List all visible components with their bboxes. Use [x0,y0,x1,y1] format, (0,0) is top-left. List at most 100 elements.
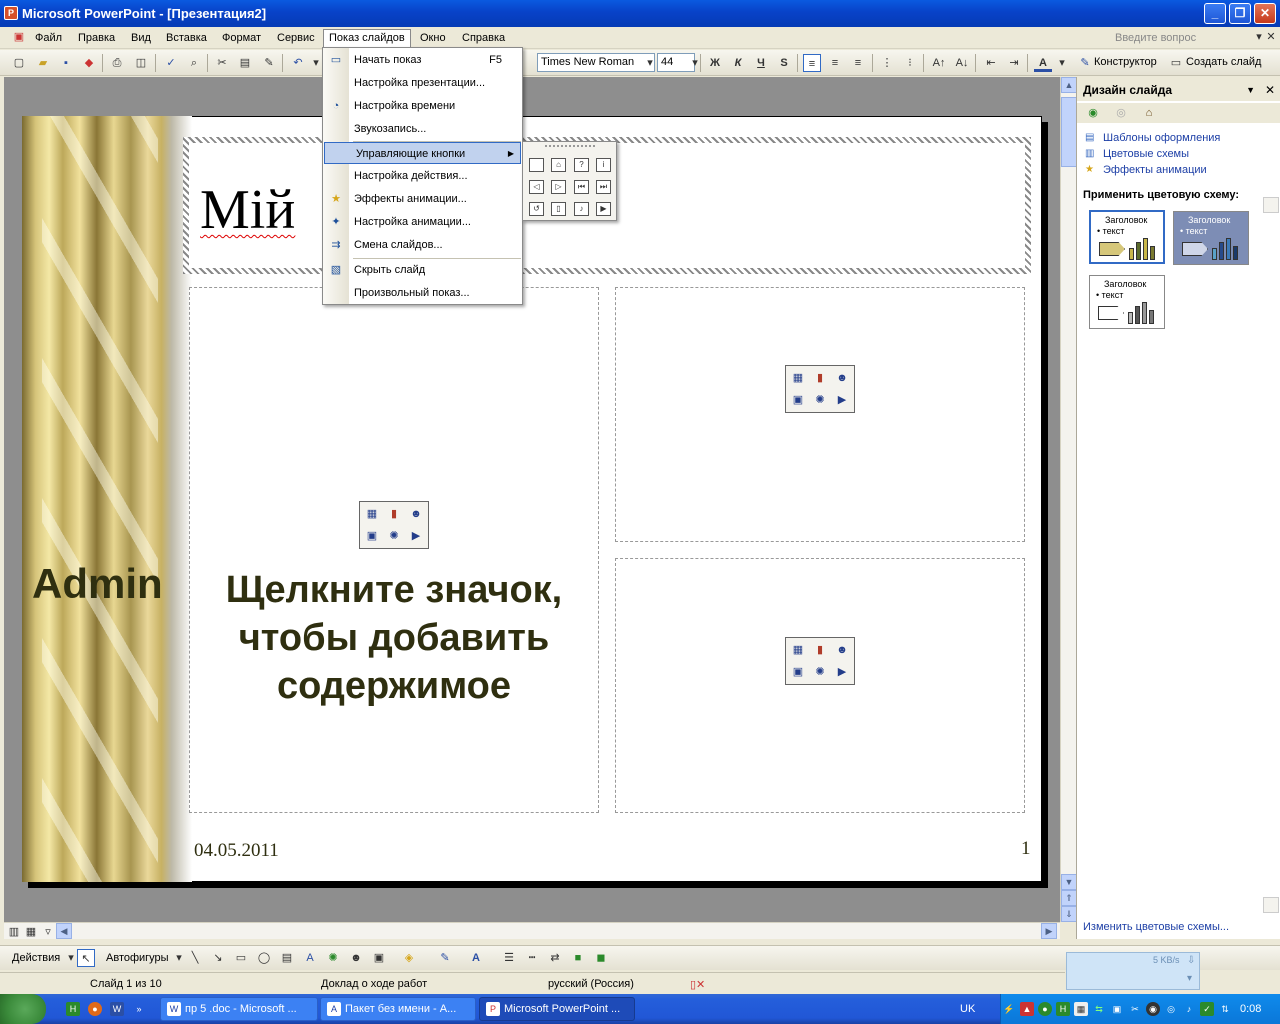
undo-icon[interactable]: ↶ [289,54,307,72]
language-indicator[interactable]: UK [960,1003,975,1015]
rectangle-icon[interactable]: ▭ [232,949,250,967]
menuitem-custom-animation[interactable]: ✦ Настройка анимации... [323,211,522,233]
action-information-icon[interactable]: i [596,158,611,172]
menuitem-setup-show[interactable]: Настройка презентации... [323,72,522,94]
slide-date[interactable]: 04.05.2011 [194,840,279,862]
quicklaunch-app-icon[interactable]: H [66,1002,80,1016]
tray-media-icon[interactable]: ◉ [1146,1002,1160,1016]
insert-table-icon[interactable]: ▦ [790,370,806,386]
menuitem-action-buttons[interactable]: Управляющие кнопки ▶ [324,142,521,164]
task-pane-menu-icon[interactable]: ▼ [1246,77,1255,103]
increase-indent-icon[interactable]: ⇥ [1005,54,1023,72]
color-scheme-1[interactable]: Заголовок • текст [1089,210,1165,264]
task-pane-close-icon[interactable]: ✕ [1265,77,1275,103]
link-animation-schemes[interactable]: Эффекты анимации [1103,164,1207,176]
new-slide-button[interactable]: Создать слайд [1186,56,1261,68]
slideshow-view-icon[interactable]: ▿ [40,923,56,939]
format-painter-icon[interactable]: ✎ [260,54,278,72]
bold-button[interactable]: Ж [706,54,724,72]
horizontal-scrollbar[interactable]: ▥ ▦ ▿ ◀ ▶ [4,922,1060,939]
insert-table-icon[interactable]: ▦ [364,506,380,522]
diagram-icon[interactable]: ✺ [324,949,342,967]
tray-status-icon[interactable]: ● [1038,1002,1052,1016]
scroll-left-button[interactable]: ◀ [56,923,72,939]
research-icon[interactable]: ⌕ [185,54,203,72]
color-scheme-2[interactable]: Заголовок • текст [1173,211,1249,265]
tray-update-icon[interactable]: ⇅ [1218,1002,1232,1016]
minimize-button[interactable]: _ [1204,3,1226,24]
actions-menu[interactable]: Действия [12,952,60,964]
picture-icon[interactable]: ▣ [370,949,388,967]
tray-keyboard-icon[interactable]: ▦ [1074,1002,1088,1016]
clipart-icon[interactable]: ☻ [347,949,365,967]
decrease-font-icon[interactable]: A↓ [953,54,971,72]
insert-table-icon[interactable]: ▦ [790,642,806,658]
insert-content-palette[interactable]: ▦ ▮ ☻ ▣ ✺ ▶ [785,637,855,685]
menuitem-record-narration[interactable]: Звукозапись... [323,118,522,140]
content-placeholder-top-right[interactable] [615,287,1025,542]
tray-check-icon[interactable]: ✓ [1200,1002,1214,1016]
cut-icon[interactable]: ✂ [213,54,231,72]
menuitem-rehearse-timings[interactable]: ◔ Настройка времени [323,95,522,117]
tray-tools-icon[interactable]: ✂ [1128,1002,1142,1016]
start-button[interactable] [0,994,46,1024]
menu-insert[interactable]: Вставка [161,30,212,47]
align-left-icon[interactable]: ≡ [803,54,821,72]
insert-diagram-icon[interactable]: ✺ [812,392,828,408]
insert-chart-icon[interactable]: ▮ [386,506,402,522]
taskbar-item-word[interactable]: W пр 5 .doc - Microsoft ... [160,997,318,1021]
task-pane-scroll-down[interactable] [1263,897,1279,913]
color-scheme-3[interactable]: Заголовок • текст [1089,275,1165,329]
slide-number[interactable]: 1 [1021,838,1031,860]
select-pointer-icon[interactable]: ↖ [77,949,95,967]
action-custom-icon[interactable] [529,158,544,172]
insert-content-palette[interactable]: ▦ ▮ ☻ ▣ ✺ ▶ [785,365,855,413]
menu-slideshow[interactable]: Показ слайдов [323,29,411,49]
menuitem-custom-show[interactable]: Произвольный показ... [323,282,522,304]
side-text[interactable]: Admin [32,560,163,608]
line-icon[interactable]: ╲ [186,949,204,967]
content-placeholder-bottom-right[interactable] [615,558,1025,813]
vertical-scrollbar[interactable]: ▲ ▼ ⇑ ⇓ [1060,77,1077,922]
textbox-icon[interactable]: ▤ [278,949,296,967]
menuitem-animation-schemes[interactable]: ★ Эффекты анимации... [323,188,522,210]
tray-app-icon[interactable]: H [1056,1002,1070,1016]
open-folder-icon[interactable]: ▰ [34,54,52,72]
insert-clipart-icon[interactable]: ☻ [834,642,850,658]
taskbar-item-archiver[interactable]: A Пакет без имени - А... [320,997,476,1021]
shadow-style-icon[interactable]: ■ [569,949,587,967]
paste-icon[interactable]: ▤ [236,54,254,72]
italic-button[interactable]: К [729,54,747,72]
align-center-icon[interactable]: ≡ [826,54,844,72]
font-name-select[interactable]: Times New Roman [537,53,655,72]
close-button[interactable]: ✕ [1254,3,1276,24]
menu-file[interactable]: Файл [30,30,67,47]
menu-tools[interactable]: Сервис [272,30,320,47]
print-icon[interactable]: ⎙ [108,54,126,72]
font-color-dropdown-icon[interactable]: ▾ [1053,54,1071,72]
previous-slide-button[interactable]: ⇑ [1061,890,1077,906]
new-document-icon[interactable]: ▢ [10,54,28,72]
fill-color-icon[interactable]: ◈ [400,949,418,967]
arrow-icon[interactable]: ↘ [209,949,227,967]
menu-help[interactable]: Справка [457,30,510,47]
underline-button[interactable]: Ч [752,54,770,72]
spelling-icon[interactable]: ✓ [162,54,180,72]
action-sound-icon[interactable]: ♪ [574,202,589,216]
scroll-down-button[interactable]: ▼ [1061,874,1077,890]
taskbar-item-powerpoint[interactable]: P Microsoft PowerPoint ... [479,997,635,1021]
insert-clipart-icon[interactable]: ☻ [408,506,424,522]
tray-flag-icon[interactable]: ▲ [1020,1002,1034,1016]
firefox-icon[interactable]: ● [88,1002,102,1016]
line-style-icon[interactable]: ☰ [500,949,518,967]
insert-media-icon[interactable]: ▶ [408,528,424,544]
action-home-icon[interactable]: ⌂ [551,158,566,172]
tray-volume-icon[interactable]: ♪ [1182,1002,1196,1016]
back-icon[interactable]: ◉ [1083,105,1103,121]
powerpoint-app-icon[interactable]: P [4,6,18,20]
scroll-up-button[interactable]: ▲ [1061,77,1077,93]
menu-view[interactable]: Вид [126,30,156,47]
link-design-templates[interactable]: Шаблоны оформления [1103,132,1220,144]
tray-cd-icon[interactable]: ◎ [1164,1002,1178,1016]
increase-font-icon[interactable]: A↑ [930,54,948,72]
